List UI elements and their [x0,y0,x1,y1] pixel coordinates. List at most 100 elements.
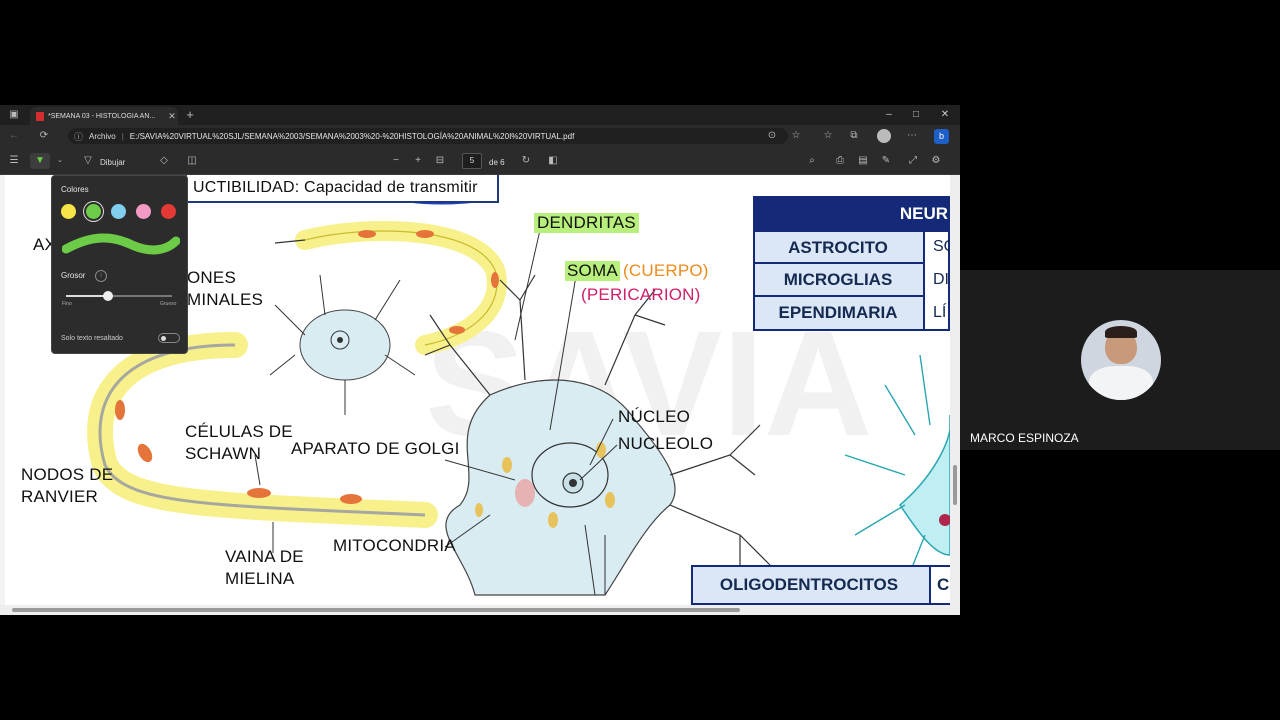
label-nodos-1: NODOS DE [21,465,114,484]
highlight-only-toggle[interactable] [158,333,180,343]
label-cuerpo: (CUERPO) [623,261,709,280]
neuroglia-table: NEUR ASTROCITO SO MICROGLIAS DI EPENDIMA… [753,196,950,331]
zoom-out-icon[interactable]: − [388,153,404,169]
table-header: NEUR [753,196,950,230]
oligo-name: OLIGODENTROCITOS [719,575,899,594]
tab-pdf[interactable]: *SEMANA 03 - HISTOLOGÍA AN... ✕ [30,107,178,125]
maximize-button[interactable]: □ [903,107,929,123]
site-label: Archivo [89,131,116,141]
row-desc: LÍ [933,304,947,321]
shirt-shape [1089,366,1153,400]
label-nucleo: NÚCLEO [618,407,691,426]
new-tab-icon[interactable]: + [182,107,198,123]
more-icon[interactable]: ⋯ [904,128,920,144]
label-vaina-1: VAINA DE [225,547,304,566]
row-desc: SO [933,238,950,255]
table-header-text: NEUR [899,204,948,223]
vertical-scrollbar[interactable] [950,175,960,605]
tab-bar: ▣ *SEMANA 03 - HISTOLOGÍA AN... ✕ + – □ … [0,105,960,125]
color-swatch[interactable] [86,204,101,219]
toggle-knob [161,336,166,341]
search-icon[interactable]: ⌕ [804,153,820,169]
table-row: EPENDIMARIA [755,297,925,329]
video-tile: MARCO ESPINOZA [960,270,1280,450]
table-body: ASTROCITO SO MICROGLIAS DI EPENDIMARIA L… [753,230,950,331]
label-vaina-2: MIELINA [225,569,295,588]
close-tab-icon[interactable]: ✕ [166,111,178,122]
info-icon: ⓘ [74,131,84,142]
rotate-icon[interactable]: ↻ [518,153,534,169]
scroll-thumb[interactable] [12,608,740,612]
save-as-icon[interactable]: ✎ [878,153,894,169]
address-field[interactable]: ⓘ Archivo | E:/SAVIA%20VIRTUAL%20SJL/SEM… [68,128,788,144]
pdf-toolbar: ☰ ▼ ⌄ ▽ Dibujar ◇ ◫ − + ⊟ 5 de 6 ↻ ◧ ⌕ ⎙… [0,147,960,175]
label-soma: SOMA [565,261,620,282]
highlight-icon[interactable]: ▼ [30,153,50,169]
color-swatch[interactable] [136,204,151,219]
info-icon: i [95,270,107,282]
collections-icon[interactable]: ⧉ [846,128,862,144]
table-row: ASTROCITO [755,232,925,264]
eraser-icon[interactable]: ◇ [156,153,172,169]
settings-icon[interactable]: ⚙ [928,153,944,169]
hair-shape [1105,326,1137,338]
label-nodos-2: RANVIER [21,487,98,506]
color-swatch[interactable] [111,204,126,219]
label-botones-2: MINALES [187,290,264,309]
label-celulas-2: SCHAWN [185,444,262,463]
tab-title: *SEMANA 03 - HISTOLOGÍA AN... [48,112,156,120]
label-nucleolo: NUCLEOLO [618,434,714,453]
scroll-thumb[interactable] [953,465,957,505]
label-dendritas: DENDRITAS [534,213,639,234]
favorites-icon[interactable]: ☆ [820,128,836,144]
url-text: E:/SAVIA%20VIRTUAL%20SJL/SEMANA%2003/SEM… [129,131,575,141]
stroke-preview [62,233,180,255]
highlight-only-label: Solo texto resaltado [61,335,123,342]
page-total: de 6 [489,158,505,167]
row-desc: DI [933,271,949,288]
slider-fill [66,295,109,297]
tab-actions-icon[interactable]: ▣ [6,107,22,123]
participant-avatar [1081,320,1161,400]
draw-label[interactable]: Dibujar [100,158,125,167]
label-botones-1: ONES [187,268,236,287]
refresh-icon[interactable]: ⟳ [36,128,52,144]
oligo-row: OLIGODENTROCITOS C [691,565,950,605]
horizontal-scrollbar[interactable] [0,605,960,615]
minimize-button[interactable]: – [876,107,902,123]
label-golgi: APARATO DE GOLGI [291,439,460,458]
contents-icon[interactable]: ☰ [6,153,22,169]
table-row: MICROGLIAS [755,264,925,297]
page-number-input[interactable]: 5 [462,153,482,169]
thickness-max: Grueso [160,301,177,307]
copilot-icon[interactable]: b [934,129,949,144]
slider-knob[interactable] [103,291,114,301]
thickness-min: Fino [62,301,72,307]
row-name: MICROGLIAS [783,270,893,289]
favorite-icon[interactable]: ☆ [788,128,804,144]
highlight-panel: Colores Grosor i Fino Grueso Solo texto … [51,175,188,354]
print-icon[interactable]: ⎙ [832,153,848,169]
profile-avatar[interactable] [877,129,891,143]
color-swatch[interactable] [61,204,76,219]
draw-icon[interactable]: ▽ [80,153,96,169]
thickness-slider[interactable] [66,291,172,301]
label-mitocondria: MITOCONDRIA [333,536,456,555]
row-name: EPENDIMARIA [778,303,898,322]
close-window-button[interactable]: ✕ [932,107,958,123]
thickness-title: Grosor [61,271,86,280]
color-swatch[interactable] [161,204,176,219]
read-aloud-icon[interactable]: ⊙ [764,128,780,144]
page-view-icon[interactable]: ◫ [184,153,200,169]
address-bar-row: ← ⟳ ⓘ Archivo | E:/SAVIA%20VIRTUAL%20SJL… [0,125,960,147]
fit-page-icon[interactable]: ⊟ [432,153,448,169]
two-page-icon[interactable]: ◧ [545,153,561,169]
back-icon[interactable]: ← [6,128,22,144]
oligo-desc: C [937,575,950,594]
oligo-cell: OLIGODENTROCITOS [693,567,931,603]
save-icon[interactable]: ▤ [855,153,871,169]
pdf-icon [36,111,44,121]
zoom-in-icon[interactable]: + [410,153,426,169]
fullscreen-icon[interactable]: ⤢ [905,153,921,169]
chevron-down-icon[interactable]: ⌄ [52,153,68,169]
